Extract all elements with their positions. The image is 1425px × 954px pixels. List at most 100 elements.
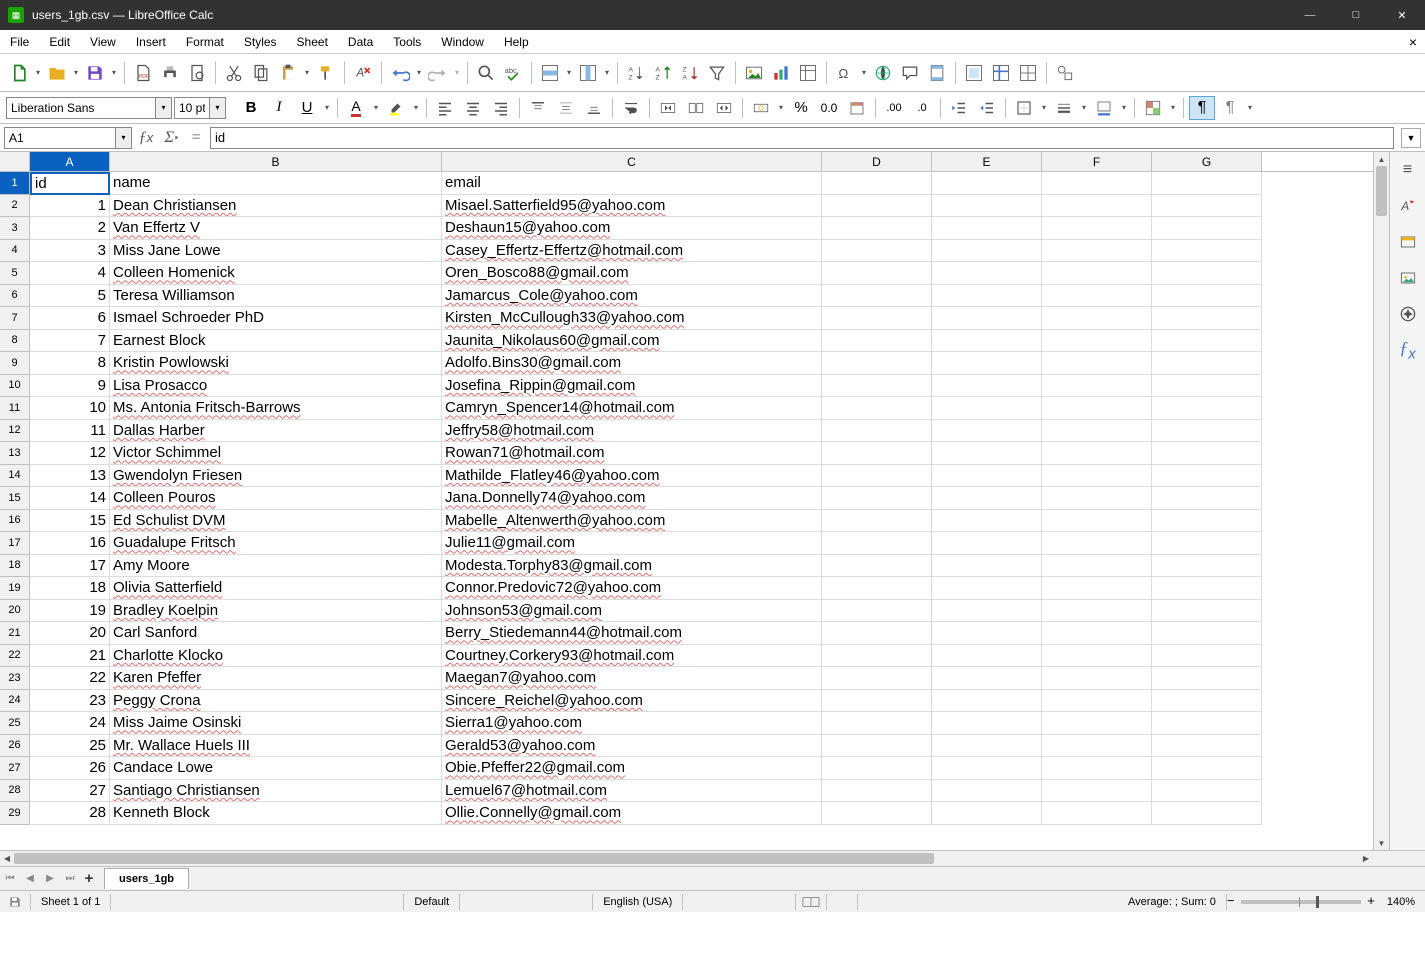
cell[interactable]	[1152, 600, 1262, 623]
cell[interactable]: Bradley Koelpin	[110, 600, 442, 623]
column-header-B[interactable]: B	[110, 152, 442, 171]
cell[interactable]	[1042, 420, 1152, 443]
cell[interactable]: 5	[30, 285, 110, 308]
highlight-icon[interactable]	[383, 96, 409, 120]
cell[interactable]	[932, 217, 1042, 240]
menu-help[interactable]: Help	[494, 32, 539, 52]
cell[interactable]	[1152, 487, 1262, 510]
cell[interactable]	[932, 510, 1042, 533]
cell[interactable]: Miss Jaime Osinski	[110, 712, 442, 735]
cell[interactable]	[1042, 375, 1152, 398]
cell[interactable]	[1042, 465, 1152, 488]
save-icon[interactable]	[82, 60, 108, 86]
cell[interactable]	[932, 690, 1042, 713]
row-header[interactable]: 3	[0, 217, 30, 240]
cell[interactable]: name	[110, 172, 442, 195]
select-all-corner[interactable]	[0, 152, 30, 172]
vertical-scrollbar[interactable]: ▲ ▼	[1373, 152, 1389, 850]
image-icon[interactable]	[741, 60, 767, 86]
undo-dropdown[interactable]	[414, 60, 424, 86]
cell[interactable]	[1042, 622, 1152, 645]
sort-icon[interactable]: AZ	[623, 60, 649, 86]
date-icon[interactable]	[844, 96, 870, 120]
cell[interactable]: Candace Lowe	[110, 757, 442, 780]
row-header[interactable]: 13	[0, 442, 30, 465]
cell[interactable]: Connor.Predovic72@yahoo.com	[442, 577, 822, 600]
cell[interactable]: Gwendolyn Friesen	[110, 465, 442, 488]
cell[interactable]: 11	[30, 420, 110, 443]
decrease-indent-icon[interactable]	[974, 96, 1000, 120]
formula-input[interactable]	[210, 127, 1394, 149]
cell[interactable]: Van Effertz V	[110, 217, 442, 240]
cell[interactable]	[1152, 262, 1262, 285]
pivot-icon[interactable]	[795, 60, 821, 86]
cell[interactable]: Josefina_Rippin@gmail.com	[442, 375, 822, 398]
cell[interactable]	[932, 330, 1042, 353]
cell[interactable]	[1042, 667, 1152, 690]
expand-formula-icon[interactable]: ▼	[1401, 128, 1421, 148]
split-window-icon[interactable]	[1015, 60, 1041, 86]
cell[interactable]	[1152, 510, 1262, 533]
cell[interactable]	[932, 240, 1042, 263]
cell[interactable]	[1042, 645, 1152, 668]
cell[interactable]	[822, 532, 932, 555]
row-header[interactable]: 25	[0, 712, 30, 735]
cell[interactable]	[932, 577, 1042, 600]
font-name-dropdown[interactable]: ▾	[156, 97, 172, 119]
cell[interactable]: Sincere_Reichel@yahoo.com	[442, 690, 822, 713]
cell[interactable]	[822, 307, 932, 330]
cell[interactable]	[1042, 330, 1152, 353]
close-doc-button[interactable]: ×	[1401, 31, 1425, 53]
align-top-icon[interactable]	[525, 96, 551, 120]
cell[interactable]	[932, 645, 1042, 668]
cell[interactable]: Amy Moore	[110, 555, 442, 578]
cell-reference-dropdown[interactable]: ▾	[116, 127, 132, 149]
cell[interactable]	[1152, 217, 1262, 240]
cell[interactable]: Misael.Satterfield95@yahoo.com	[442, 195, 822, 218]
cell[interactable]	[1042, 307, 1152, 330]
prev-sheet-icon[interactable]: ◀	[20, 869, 40, 889]
scroll-up-icon[interactable]: ▲	[1374, 152, 1389, 166]
cell[interactable]: Casey_Effertz-Effertz@hotmail.com	[442, 240, 822, 263]
menu-format[interactable]: Format	[176, 32, 234, 52]
cell[interactable]: Kristin Powlowski	[110, 352, 442, 375]
menu-edit[interactable]: Edit	[39, 32, 80, 52]
draw-functions-icon[interactable]	[1052, 60, 1078, 86]
clone-formatting-icon[interactable]	[313, 60, 339, 86]
cell[interactable]	[1152, 712, 1262, 735]
cell[interactable]	[822, 240, 932, 263]
font-size-combo[interactable]: ▾	[174, 97, 226, 119]
cell[interactable]	[1152, 780, 1262, 803]
column-dropdown[interactable]	[602, 60, 612, 86]
cell[interactable]	[822, 375, 932, 398]
cell[interactable]: Guadalupe Fritsch	[110, 532, 442, 555]
last-sheet-icon[interactable]: ⏭	[60, 869, 80, 889]
cell[interactable]: 1	[30, 195, 110, 218]
cell[interactable]: 19	[30, 600, 110, 623]
cell[interactable]: Teresa Williamson	[110, 285, 442, 308]
font-name-input[interactable]	[6, 97, 156, 119]
cell[interactable]	[1152, 690, 1262, 713]
cell[interactable]: Jaunita_Nikolaus60@gmail.com	[442, 330, 822, 353]
cell[interactable]: Jana.Donnelly74@yahoo.com	[442, 487, 822, 510]
cell[interactable]: 17	[30, 555, 110, 578]
cell[interactable]: Colleen Pouros	[110, 487, 442, 510]
cell[interactable]: Ismael Schroeder PhD	[110, 307, 442, 330]
summary-status[interactable]: Average: ; Sum: 0	[1124, 896, 1220, 908]
row-dropdown[interactable]	[564, 60, 574, 86]
cell[interactable]: 6	[30, 307, 110, 330]
cell[interactable]	[932, 802, 1042, 825]
column-icon[interactable]	[575, 60, 601, 86]
cell[interactable]	[822, 487, 932, 510]
styles-icon[interactable]	[1396, 230, 1420, 254]
font-name-combo[interactable]: ▾	[6, 97, 172, 119]
column-header-D[interactable]: D	[822, 152, 932, 171]
cell[interactable]	[822, 442, 932, 465]
hscroll-thumb[interactable]	[14, 853, 934, 864]
row-header[interactable]: 7	[0, 307, 30, 330]
cell[interactable]: Kenneth Block	[110, 802, 442, 825]
cell[interactable]	[822, 645, 932, 668]
cell[interactable]	[1042, 442, 1152, 465]
row-header[interactable]: 20	[0, 600, 30, 623]
cell[interactable]	[822, 510, 932, 533]
